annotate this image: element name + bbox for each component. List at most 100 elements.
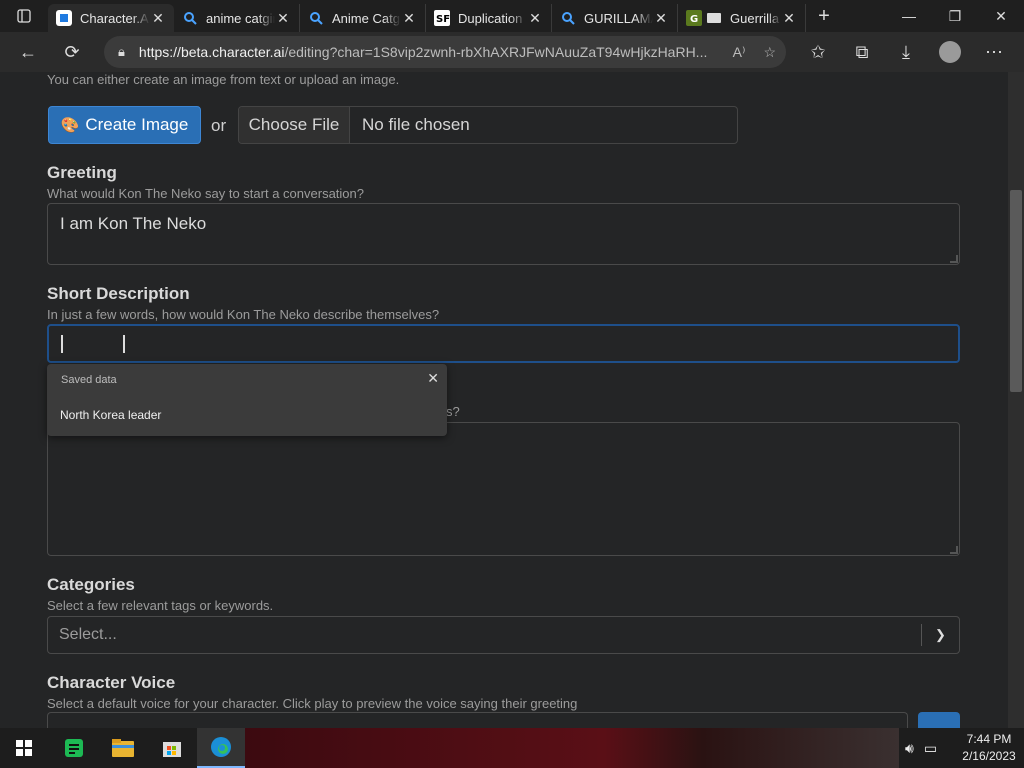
tab-duplication[interactable]: SF Duplication ✕ bbox=[426, 4, 552, 32]
microsoft-store-icon[interactable] bbox=[148, 728, 196, 768]
tab-title: GURILLAMAN bbox=[584, 10, 653, 26]
close-tab-icon[interactable]: ✕ bbox=[653, 10, 669, 27]
image-helper-text: You can either create an image from text… bbox=[47, 72, 400, 87]
page-content: You can either create an image from text… bbox=[0, 72, 1008, 728]
more-menu-icon[interactable]: ⋯ bbox=[972, 32, 1016, 72]
svg-text:G: G bbox=[690, 14, 698, 25]
autofill-dropdown: Saved data ✕ North Korea leader bbox=[47, 364, 447, 436]
chevron-down-icon[interactable]: ❯ bbox=[922, 627, 959, 643]
tab-actions-icon[interactable] bbox=[0, 0, 48, 32]
browser-toolbar: ← ⟳ 🔒︎ https://beta.character.ai/editing… bbox=[0, 32, 1024, 72]
window-controls: — ❐ ✕ bbox=[886, 0, 1024, 32]
short-description-label: Short Description bbox=[47, 284, 190, 303]
autofill-header: Saved data bbox=[61, 374, 117, 386]
url-text: https://beta.character.ai/editing?char=1… bbox=[139, 44, 715, 60]
windows-taskbar: 🔊︎ ▭ 7:44 PM 2/16/2023 bbox=[0, 728, 1024, 768]
close-window-icon[interactable]: ✕ bbox=[978, 0, 1024, 32]
categories-placeholder: Select... bbox=[59, 626, 117, 643]
network-icon[interactable]: ▭ bbox=[924, 740, 937, 757]
restore-icon[interactable]: ❐ bbox=[932, 0, 978, 32]
close-tab-icon[interactable]: ✕ bbox=[527, 10, 543, 27]
tab-character-ai[interactable]: Character.AI ✕ bbox=[48, 4, 174, 32]
clock-date: 2/16/2023 bbox=[962, 749, 1016, 763]
long-description-textarea[interactable] bbox=[47, 422, 960, 556]
taskbar-clock[interactable]: 7:44 PM 2/16/2023 bbox=[958, 731, 1020, 765]
choose-file-button[interactable]: Choose File bbox=[239, 107, 350, 143]
categories-helper: Select a few relevant tags or keywords. bbox=[47, 598, 274, 613]
windows-start-icon[interactable] bbox=[0, 728, 48, 768]
play-voice-button[interactable] bbox=[918, 712, 960, 728]
file-input[interactable]: Choose File No file chosen bbox=[238, 106, 738, 144]
tab-strip: Character.AI ✕ anime catgirl ✕ Anime Cat… bbox=[0, 0, 1024, 32]
page-icon bbox=[706, 10, 722, 26]
profile-avatar[interactable] bbox=[928, 32, 972, 72]
close-tab-icon[interactable]: ✕ bbox=[275, 10, 291, 27]
url-host: https://beta.character.ai bbox=[138, 44, 285, 60]
mouse-ibeam-cursor bbox=[123, 335, 125, 353]
g-site-icon: G bbox=[686, 10, 702, 26]
favorite-star-icon[interactable]: ☆ bbox=[763, 44, 776, 61]
palette-icon: 🎨 bbox=[60, 117, 80, 134]
close-tab-icon[interactable]: ✕ bbox=[401, 10, 417, 27]
create-image-label: Create Image bbox=[85, 115, 189, 134]
tab-guerrilla[interactable]: G Guerrilla ✕ bbox=[678, 4, 806, 32]
avatar bbox=[939, 41, 961, 63]
close-tab-icon[interactable]: ✕ bbox=[150, 10, 166, 27]
close-tab-icon[interactable]: ✕ bbox=[781, 10, 797, 27]
character-ai-icon bbox=[56, 10, 72, 26]
collections-icon[interactable]: ⧉ bbox=[840, 32, 884, 72]
autofill-suggestion[interactable]: North Korea leader bbox=[60, 408, 161, 422]
create-image-button[interactable]: 🎨 Create Image bbox=[48, 106, 201, 144]
toolbar-right: ✩ ⧉ ⤓ ⋯ bbox=[796, 32, 1016, 72]
back-icon[interactable]: ← bbox=[8, 32, 48, 72]
greeting-value: I am Kon The Neko bbox=[60, 214, 207, 233]
resize-handle-icon[interactable] bbox=[950, 255, 958, 263]
edge-browser-icon[interactable] bbox=[197, 728, 245, 768]
system-tray: 🔊︎ ▭ bbox=[905, 728, 937, 768]
page-scrollbar[interactable] bbox=[1008, 72, 1024, 728]
categories-label: Categories bbox=[47, 575, 135, 594]
short-description-helper: In just a few words, how would Kon The N… bbox=[47, 307, 440, 322]
favorites-icon[interactable]: ✩ bbox=[796, 32, 840, 72]
url-path: /editing?char=1S8vip2zwnh-rbXhAXRJFwNAuu… bbox=[284, 44, 708, 60]
read-aloud-icon[interactable]: A⁾ bbox=[733, 44, 746, 61]
greeting-helper: What would Kon The Neko say to start a c… bbox=[47, 186, 364, 201]
short-description-input[interactable] bbox=[47, 324, 960, 363]
tab-title: Anime Catgirl bbox=[332, 10, 401, 26]
long-description-helper-partial: s? bbox=[446, 404, 460, 419]
duplication-site-icon: SF bbox=[434, 10, 450, 26]
tab-title: Character.AI bbox=[80, 10, 150, 26]
resize-handle-icon[interactable] bbox=[950, 546, 958, 554]
tab-anime-catgirl-search[interactable]: anime catgirl ✕ bbox=[174, 4, 300, 32]
search-icon bbox=[182, 10, 198, 26]
file-explorer-icon[interactable] bbox=[99, 728, 147, 768]
downloads-icon[interactable]: ⤓ bbox=[884, 32, 928, 72]
tab-title: Duplication bbox=[458, 10, 523, 26]
greeting-textarea[interactable]: I am Kon The Neko bbox=[47, 203, 960, 265]
clock-time: 7:44 PM bbox=[966, 732, 1012, 746]
svg-text:SF: SF bbox=[436, 14, 450, 25]
tab-gurillaman-search[interactable]: GURILLAMAN ✕ bbox=[552, 4, 678, 32]
tab-title: anime catgirl bbox=[206, 10, 275, 26]
file-status: No file chosen bbox=[362, 115, 470, 134]
volume-icon[interactable]: 🔊︎ bbox=[905, 740, 914, 757]
desktop-wallpaper-strip bbox=[244, 728, 899, 768]
text-caret bbox=[61, 335, 63, 353]
new-tab-icon[interactable]: + bbox=[806, 5, 842, 28]
tab-anime-catgirl-search-2[interactable]: Anime Catgirl ✕ bbox=[300, 4, 426, 32]
greeting-label: Greeting bbox=[47, 163, 117, 182]
address-bar[interactable]: 🔒︎ https://beta.character.ai/editing?cha… bbox=[104, 36, 786, 68]
voice-select[interactable] bbox=[47, 712, 908, 728]
sheets-app-icon[interactable] bbox=[50, 728, 98, 768]
minimize-icon[interactable]: — bbox=[886, 0, 932, 32]
search-icon bbox=[560, 10, 576, 26]
close-icon[interactable]: ✕ bbox=[427, 370, 439, 387]
tab-title: Guerrilla bbox=[730, 10, 780, 26]
search-icon bbox=[308, 10, 324, 26]
categories-select[interactable]: Select... ❯ bbox=[47, 616, 960, 654]
character-voice-label: Character Voice bbox=[47, 673, 176, 692]
refresh-icon[interactable]: ⟳ bbox=[52, 32, 92, 72]
scrollbar-thumb[interactable] bbox=[1010, 190, 1022, 392]
lock-icon: 🔒︎ bbox=[118, 44, 125, 59]
character-voice-helper: Select a default voice for your characte… bbox=[47, 696, 578, 711]
